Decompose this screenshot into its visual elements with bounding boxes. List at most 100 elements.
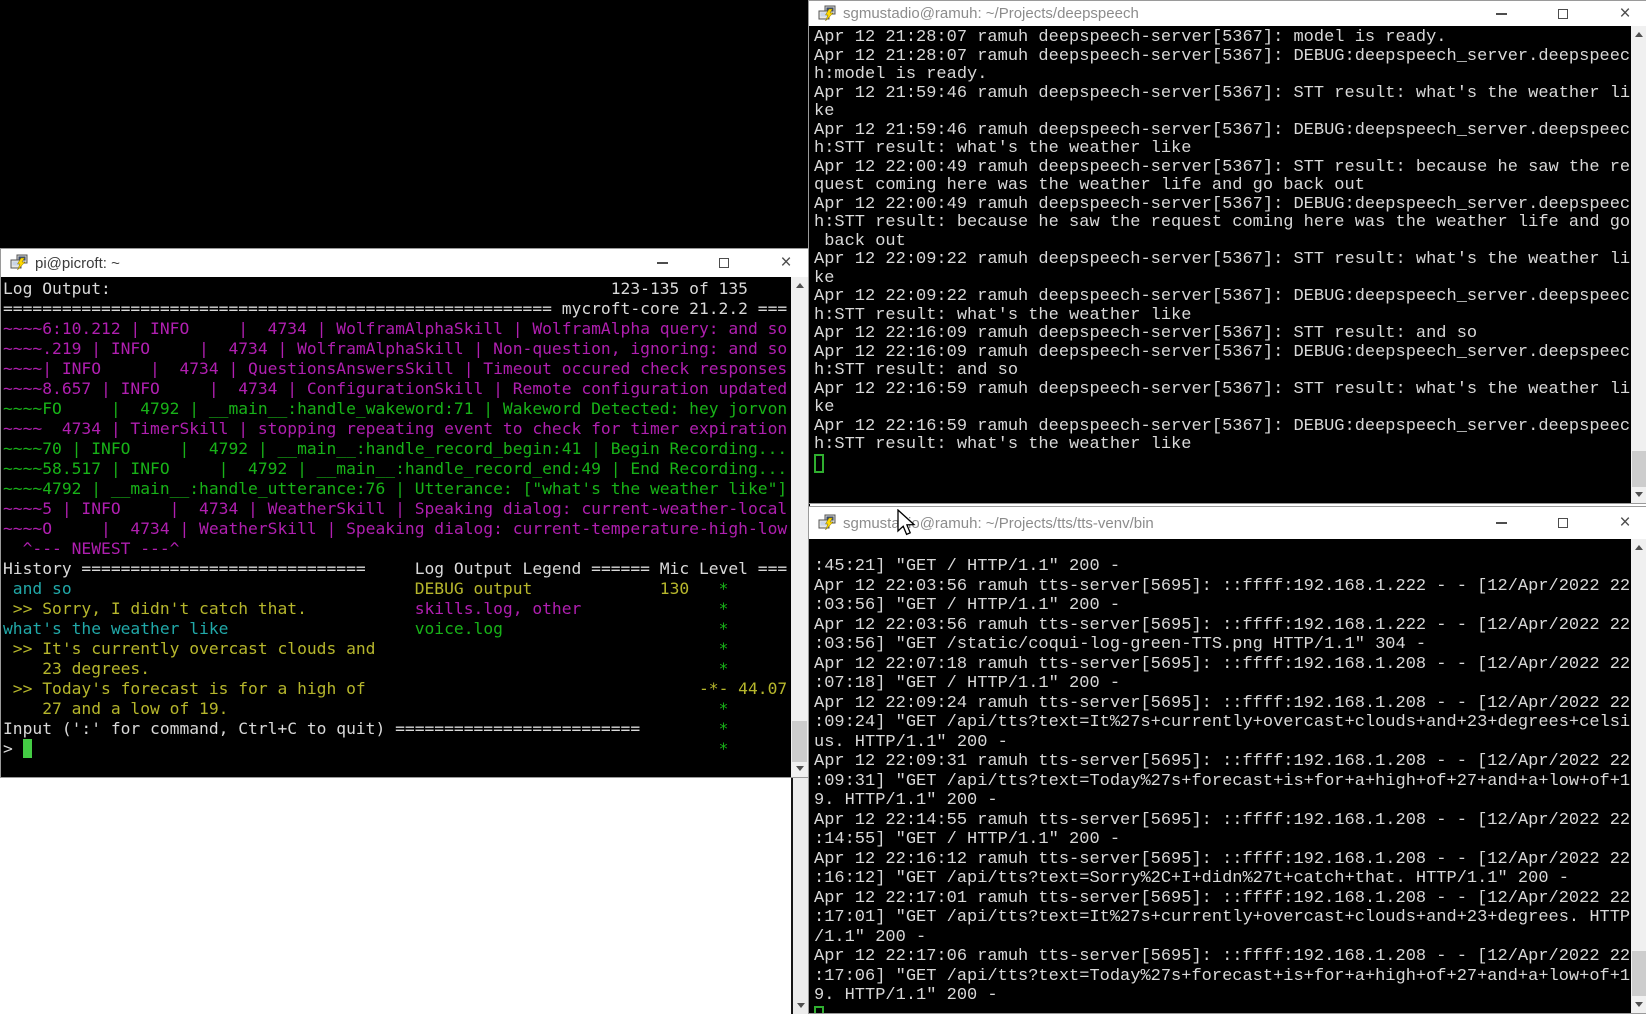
background-window-scrollbar-sliver [791, 778, 808, 1014]
terminal-line: Apr 12 21:59:46 ramuh deepspeech-server[… [814, 122, 1631, 141]
terminal-line: ke [814, 103, 1631, 122]
terminal-line: h:model is ready. [814, 66, 1631, 85]
scrollbar-tts[interactable] [1631, 539, 1646, 1013]
putty-window-deepspeech: sgmustadio@ramuh: ~/Projects/deepspeech … [808, 0, 1646, 504]
terminal-line: :03:56] "GET / HTTP/1.1" 200 - [814, 596, 1631, 616]
terminal-line: 9. HTTP/1.1" 200 - [814, 791, 1631, 811]
scrollbar-thumb[interactable] [1632, 951, 1646, 996]
terminal-line [814, 455, 1631, 474]
window-title: sgmustadio@ramuh: ~/Projects/deepspeech [843, 5, 1139, 22]
close-button[interactable]: × [1617, 6, 1633, 22]
terminal-line: ========================================… [3, 299, 791, 319]
terminal-line: Apr 12 21:28:07 ramuh deepspeech-server[… [814, 29, 1631, 48]
terminal-line: ~~~~5 | INFO | 4734 | WeatherSkill | Spe… [3, 499, 791, 519]
scroll-down-icon[interactable] [1631, 486, 1646, 503]
terminal-line: History ============================= Lo… [3, 559, 791, 579]
maximize-button[interactable] [1555, 515, 1571, 531]
putty-window-picroft: pi@picroft: ~ × Log Output: 123-135 of 1… [0, 248, 809, 778]
terminal-line: Apr 12 22:07:18 ramuh tts-server[5695]: … [814, 655, 1631, 675]
maximize-button[interactable] [716, 255, 732, 271]
terminal-line: :17:06] "GET /api/tts?text=Today%27s+for… [814, 967, 1631, 987]
terminal-line: Apr 12 22:17:01 ramuh tts-server[5695]: … [814, 889, 1631, 909]
putty-icon [818, 514, 836, 532]
minimize-button[interactable] [1493, 515, 1509, 531]
terminal-line: :16:12] "GET /api/tts?text=Sorry%2C+I+di… [814, 869, 1631, 889]
terminal-line: h:STT result: because he saw the request… [814, 214, 1631, 233]
terminal-line: Apr 12 22:09:22 ramuh deepspeech-server[… [814, 251, 1631, 270]
scroll-up-icon[interactable] [1631, 539, 1646, 556]
terminal-line: Apr 12 22:16:09 ramuh deepspeech-server[… [814, 344, 1631, 363]
terminal-line: what's the weather like voice.log * [3, 619, 791, 639]
terminal-line: ~~~~FO | 4792 | __main__:handle_wakeword… [3, 399, 791, 419]
terminal-line [814, 1006, 1631, 1014]
minimize-button[interactable] [1493, 6, 1509, 22]
terminal-cursor-block [23, 739, 33, 758]
terminal-content-tts[interactable]: :45:21] "GET / HTTP/1.1" 200 -Apr 12 22:… [809, 539, 1631, 1013]
terminal-line: :45:21] "GET / HTTP/1.1" 200 - [814, 557, 1631, 577]
terminal-line: :07:18] "GET / HTTP/1.1" 200 - [814, 674, 1631, 694]
terminal-line: Apr 12 21:59:46 ramuh deepspeech-server[… [814, 85, 1631, 104]
titlebar-deepspeech[interactable]: sgmustadio@ramuh: ~/Projects/deepspeech … [809, 1, 1646, 26]
terminal-line: > * [3, 739, 791, 759]
scroll-down-icon[interactable] [791, 760, 808, 777]
terminal-line: 23 degrees. * [3, 659, 791, 679]
terminal-content-picroft[interactable]: Log Output: 123-135 of 135==============… [1, 277, 791, 777]
terminal-line: :09:31] "GET /api/tts?text=Today%27s+for… [814, 772, 1631, 792]
putty-icon [818, 5, 836, 23]
scrollbar-deepspeech[interactable] [1631, 26, 1646, 503]
terminal-content-deepspeech[interactable]: Apr 12 21:28:07 ramuh deepspeech-server[… [809, 26, 1631, 503]
scroll-down-icon [793, 997, 808, 1014]
terminal-line: quest coming here was the weather life a… [814, 177, 1631, 196]
scrollbar-picroft[interactable] [791, 277, 808, 777]
scroll-up-icon[interactable] [791, 277, 808, 294]
close-button[interactable]: × [778, 255, 794, 271]
terminal-line: :03:56] "GET /static/coqui-log-green-TTS… [814, 635, 1631, 655]
maximize-button[interactable] [1555, 6, 1571, 22]
minimize-button[interactable] [654, 255, 670, 271]
terminal-line: h:STT result: and so [814, 362, 1631, 381]
terminal-line: Apr 12 22:03:56 ramuh tts-server[5695]: … [814, 616, 1631, 636]
terminal-line: Apr 12 22:09:22 ramuh deepspeech-server[… [814, 288, 1631, 307]
scrollbar-thumb[interactable] [792, 721, 807, 762]
desktop: { "windows": { "picroft": { "title": "pi… [0, 0, 1646, 1014]
terminal-line: Apr 12 22:09:31 ramuh tts-server[5695]: … [814, 752, 1631, 772]
terminal-line: 9. HTTP/1.1" 200 - [814, 986, 1631, 1006]
terminal-line: Apr 12 22:14:55 ramuh tts-server[5695]: … [814, 811, 1631, 831]
putty-window-tts: sgmustadio@ramuh: ~/Projects/tts/tts-ven… [808, 506, 1646, 1014]
terminal-line: Apr 12 22:00:49 ramuh deepspeech-server[… [814, 159, 1631, 178]
window-title: pi@picroft: ~ [35, 255, 120, 272]
titlebar-tts[interactable]: sgmustadio@ramuh: ~/Projects/tts/tts-ven… [809, 507, 1646, 539]
scroll-down-icon[interactable] [1631, 996, 1646, 1013]
terminal-line: ~~~~8.657 | INFO | 4734 | ConfigurationS… [3, 379, 791, 399]
terminal-cursor-hollow [814, 454, 824, 473]
terminal-line: Apr 12 22:00:49 ramuh deepspeech-server[… [814, 196, 1631, 215]
terminal-line: Apr 12 22:16:59 ramuh deepspeech-server[… [814, 418, 1631, 437]
titlebar-picroft[interactable]: pi@picroft: ~ × [1, 249, 808, 277]
terminal-line: Log Output: 123-135 of 135 [3, 279, 791, 299]
terminal-line: ~~~~| INFO | 4734 | QuestionsAnswersSkil… [3, 359, 791, 379]
terminal-line: ke [814, 270, 1631, 289]
terminal-line: Apr 12 22:03:56 ramuh tts-server[5695]: … [814, 577, 1631, 597]
terminal-line: Apr 12 22:17:06 ramuh tts-server[5695]: … [814, 947, 1631, 967]
terminal-line: h:STT result: what's the weather like [814, 307, 1631, 326]
terminal-line: Apr 12 22:16:09 ramuh deepspeech-server[… [814, 325, 1631, 344]
scrollbar-thumb[interactable] [1632, 451, 1646, 487]
terminal-line: ~~~~6:10.212 | INFO | 4734 | WolframAlph… [3, 319, 791, 339]
terminal-line: Apr 12 22:09:24 ramuh tts-server[5695]: … [814, 694, 1631, 714]
terminal-line: /1.1" 200 - [814, 928, 1631, 948]
mouse-cursor [897, 509, 919, 539]
scroll-up-icon[interactable] [1631, 26, 1646, 43]
terminal-line: ~~~~70 | INFO | 4792 | __main__:handle_r… [3, 439, 791, 459]
terminal-line: :09:24] "GET /api/tts?text=It%27s+curren… [814, 713, 1631, 733]
terminal-line: h:STT result: what's the weather like [814, 140, 1631, 159]
terminal-line: :17:01] "GET /api/tts?text=It%27s+curren… [814, 908, 1631, 928]
terminal-line: >> Sorry, I didn't catch that. skills.lo… [3, 599, 791, 619]
close-button[interactable]: × [1617, 515, 1633, 531]
putty-icon [10, 254, 28, 272]
terminal-line: Apr 12 21:28:07 ramuh deepspeech-server[… [814, 48, 1631, 67]
terminal-line: ~~~~O | 4734 | WeatherSkill | Speaking d… [3, 519, 791, 539]
terminal-cursor-hollow [814, 1006, 824, 1014]
terminal-line: ^--- NEWEST ---^ [3, 539, 791, 559]
terminal-line: back out [814, 233, 1631, 252]
terminal-line: ~~~~.219 | INFO | 4734 | WolframAlphaSki… [3, 339, 791, 359]
